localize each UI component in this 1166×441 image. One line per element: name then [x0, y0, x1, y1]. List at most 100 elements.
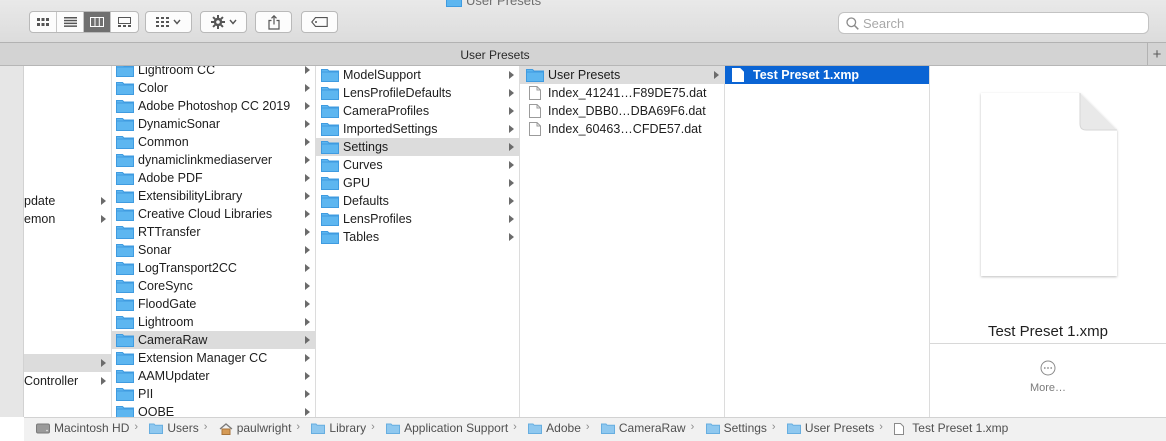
disclosure-arrow-icon [509, 161, 514, 169]
folder-row[interactable]: Common [112, 133, 315, 151]
disclosure-arrow-icon [305, 228, 310, 236]
breadcrumb-label: Macintosh HD [54, 421, 130, 435]
folder-row[interactable]: CameraRaw [112, 331, 315, 349]
item-label: Adobe PDF [138, 171, 203, 185]
list-item[interactable]: pdate [24, 192, 111, 210]
new-tab-button[interactable]: + [1147, 43, 1166, 65]
folder-row[interactable]: LensProfiles [316, 210, 519, 228]
folder-row[interactable]: DynamicSonar [112, 115, 315, 133]
file-row[interactable]: Index_60463…CFDE57.dat [520, 120, 724, 138]
breadcrumb-label: Test Preset 1.xmp [912, 421, 1009, 435]
item-label: ExtensibilityLibrary [138, 189, 243, 203]
folder-row[interactable]: Sonar [112, 241, 315, 259]
item-label: CameraProfiles [343, 104, 430, 118]
list-item[interactable] [24, 354, 111, 372]
tab-user-presets[interactable]: User Presets [0, 48, 990, 62]
folder-row[interactable]: ExtensibilityLibrary [112, 187, 315, 205]
preview-file-name: Test Preset 1.xmp [987, 323, 1109, 340]
folder-row[interactable]: AAMUpdater [112, 367, 315, 385]
share-button[interactable] [255, 11, 292, 33]
breadcrumb-separator: › [585, 421, 590, 433]
item-label: FloodGate [138, 297, 197, 311]
folder-row[interactable]: FloodGate [112, 295, 315, 313]
item-label: pdate [24, 194, 56, 208]
preview-divider [930, 343, 1166, 344]
list-view-button[interactable] [57, 12, 84, 32]
file-row[interactable]: Index_DBB0…DBA69F6.dat [520, 102, 724, 120]
disclosure-arrow-icon [305, 210, 310, 218]
item-label: Defaults [343, 194, 389, 208]
folder-icon [786, 423, 801, 437]
list-item[interactable]: Controller [24, 372, 111, 390]
folder-icon [705, 423, 720, 437]
folder-row[interactable]: dynamiclinkmediaserver [112, 151, 315, 169]
folder-row[interactable]: Color [112, 79, 315, 97]
breadcrumb-label: Adobe [546, 421, 581, 435]
document-icon [529, 122, 541, 141]
item-label: Curves [343, 158, 383, 172]
file-row[interactable]: Index_41241…F89DE75.dat [520, 84, 724, 102]
folder-row[interactable]: User Presets [520, 66, 724, 84]
folder-row[interactable]: Creative Cloud Libraries [112, 205, 315, 223]
folder-row[interactable]: LensProfileDefaults [316, 84, 519, 102]
item-label: Lightroom CC [138, 66, 216, 77]
disclosure-arrow-icon [509, 197, 514, 205]
disclosure-arrow-icon [305, 102, 310, 110]
icon-view-button[interactable] [30, 12, 57, 32]
toolbar: User Presets [0, 0, 1166, 42]
item-label: Tables [343, 230, 380, 244]
folder-row[interactable]: ImportedSettings [316, 120, 519, 138]
folder-row[interactable]: CoreSync [112, 277, 315, 295]
folder-icon [528, 423, 543, 437]
list-view-icon [63, 17, 77, 27]
breadcrumb-separator: › [203, 421, 208, 433]
item-label: CameraRaw [138, 333, 208, 347]
disclosure-arrow-icon [305, 408, 310, 416]
action-button[interactable] [200, 11, 247, 33]
breadcrumb-label: Settings [723, 421, 767, 435]
folder-row[interactable]: ModelSupport [316, 66, 519, 84]
list-item[interactable]: emon [24, 210, 111, 228]
folder-row[interactable]: OOBE [112, 403, 315, 417]
share-icon [267, 14, 280, 30]
folder-row[interactable]: RTTransfer [112, 223, 315, 241]
folder-row[interactable]: Settings [316, 138, 519, 156]
folder-row[interactable]: Defaults [316, 192, 519, 210]
column-view-button[interactable] [84, 12, 111, 32]
folder-row[interactable]: Adobe Photoshop CC 2019 [112, 97, 315, 115]
folder-row[interactable]: Extension Manager CC [112, 349, 315, 367]
gallery-view-button[interactable] [111, 12, 138, 32]
disclosure-arrow-icon [509, 89, 514, 97]
folder-row[interactable]: Lightroom [112, 313, 315, 331]
search-icon [846, 16, 859, 30]
hard-drive-icon [36, 423, 50, 437]
file-row[interactable]: Test Preset 1.xmp [725, 66, 929, 84]
disclosure-arrow-icon [305, 354, 310, 362]
folder-row[interactable]: Curves [316, 156, 519, 174]
more-icon[interactable] [1040, 360, 1056, 376]
folder-row[interactable]: Adobe PDF [112, 169, 315, 187]
folder-row[interactable]: PII [112, 385, 315, 403]
folder-row[interactable]: CameraProfiles [316, 102, 519, 120]
folder-row[interactable]: Lightroom CC [112, 66, 315, 79]
item-label: Index_60463…CFDE57.dat [548, 122, 702, 136]
disclosure-arrow-icon [305, 264, 310, 272]
disclosure-arrow-icon [101, 377, 106, 385]
search-field[interactable] [838, 12, 1149, 34]
item-label: Sonar [138, 243, 172, 257]
group-button[interactable] [145, 11, 192, 33]
browser-column-3: User Presets Index_41241…F89DE75.dat Index… [520, 66, 725, 417]
sidebar-edge [0, 66, 24, 417]
search-input[interactable] [863, 15, 1133, 31]
folder-icon [600, 423, 615, 437]
folder-row[interactable]: Tables [316, 228, 519, 246]
preview-pane: Test Preset 1.xmp More… [930, 66, 1166, 417]
breadcrumb-separator: › [771, 421, 776, 433]
folder-row[interactable]: LogTransport2CC [112, 259, 315, 277]
disclosure-arrow-icon [305, 336, 310, 344]
item-label: RTTransfer [138, 225, 201, 239]
folder-row[interactable]: GPU [316, 174, 519, 192]
more-link[interactable]: More… [930, 382, 1166, 394]
tab-bar: User Presets + [0, 42, 1166, 66]
tag-button[interactable] [301, 11, 338, 33]
